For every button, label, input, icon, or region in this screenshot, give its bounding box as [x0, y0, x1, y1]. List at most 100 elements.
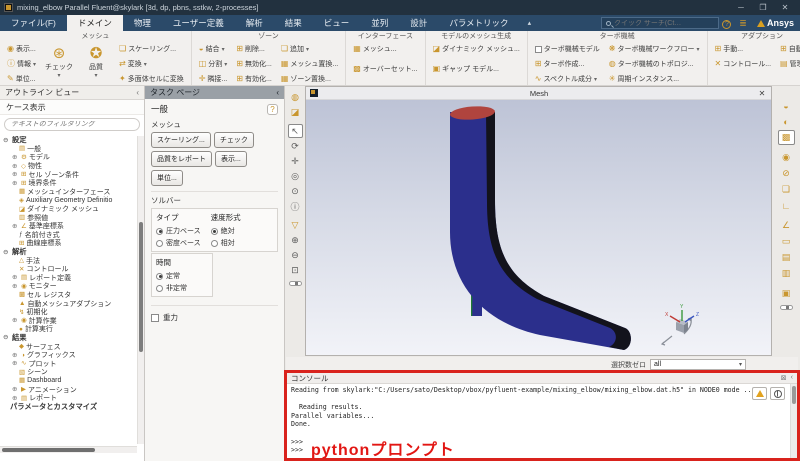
mesh-check-button[interactable]: チェック	[214, 132, 254, 148]
radio-checked-icon[interactable]	[156, 273, 163, 280]
interrupt-button[interactable]: ❙	[770, 387, 785, 400]
adaption-manage-button[interactable]: ▤管理...	[777, 57, 800, 71]
adaption-marks-button[interactable]: ▽	[288, 218, 303, 232]
velocity-formulation-option[interactable]: 絶対	[211, 226, 241, 236]
tree-horizontal-scrollbar[interactable]	[0, 446, 137, 453]
tree-expand-icon[interactable]: ⊕	[12, 163, 19, 170]
elbow-views-button[interactable]: ∟	[778, 198, 795, 213]
type-option[interactable]: 圧力ベース	[156, 226, 201, 236]
graphics-canvas[interactable]: X Y Z	[306, 100, 771, 355]
periodic-instancing-button[interactable]: ✳周期インスタンス...	[606, 72, 703, 86]
tree-expand-icon[interactable]: ⊕	[12, 171, 19, 178]
check-button[interactable]: ⊛チェック▾	[42, 42, 76, 82]
panel-collapse-icon[interactable]: ‹	[276, 88, 279, 97]
spacer2-button[interactable]	[430, 57, 523, 61]
new-window-button[interactable]: ▣	[778, 286, 795, 301]
tree-expand-icon[interactable]: ⊕	[12, 274, 19, 281]
replace-zone-button[interactable]: ▦ゾーン置換...	[278, 72, 341, 86]
append-button[interactable]: ❏追加▾	[278, 42, 341, 56]
zoom-box-button[interactable]: ⊙	[288, 184, 303, 198]
mesh-report-quality-button[interactable]: 品質をレポート	[151, 151, 212, 167]
turbo-topology-button[interactable]: ◍ターボ機械のトポロジ...	[606, 57, 703, 71]
quality-button[interactable]: ✪品質▾	[79, 42, 113, 82]
tree-filter-box[interactable]	[4, 118, 140, 131]
tree-item-scene[interactable]: ▧シーン	[0, 368, 137, 377]
tree-item-mesh-interfaces[interactable]: ▦メッシュインターフェース	[0, 188, 137, 197]
tree-item-calculation-activities[interactable]: ⊕◉計算作業	[0, 316, 137, 325]
tree-expand-icon[interactable]: ⊕	[12, 386, 19, 393]
tab-file[interactable]: ファイル(F)	[0, 15, 67, 31]
adjacency-button[interactable]: ✛隣接...	[196, 72, 231, 86]
tree-expand-icon[interactable]: ⊕	[12, 223, 19, 230]
pan-view-button[interactable]: ✛	[288, 154, 303, 168]
spacer1-button[interactable]	[350, 57, 420, 61]
silhouette-view-button[interactable]: ◐	[778, 114, 795, 129]
velocity-formulation-option[interactable]: 相対	[211, 238, 241, 248]
ribbon-collapse-icon[interactable]: ▴	[520, 15, 540, 31]
textured-view-button[interactable]: ▩	[778, 130, 795, 145]
tree-item-reference-frames[interactable]: ⊕∠基準座標系	[0, 222, 137, 231]
tree-collapse-icon[interactable]: ⊖	[3, 334, 10, 341]
replace-mesh-button[interactable]: ▦メッシュ置換...	[278, 57, 341, 71]
dynamic-mesh-button[interactable]: ◪ダイナミック メッシュ...	[430, 42, 523, 56]
radio-unchecked-icon[interactable]	[156, 240, 163, 247]
tree-item-plots[interactable]: ⊕∿プロット	[0, 359, 137, 368]
tree-item-parameters-customization[interactable]: パラメータとカスタマイズ	[0, 402, 137, 411]
close-icon[interactable]: ✕	[757, 89, 767, 98]
turbo-workflow-button[interactable]: ❋ターボ機械ワークフロー▾	[606, 42, 703, 56]
shaded-view-button[interactable]: ◒	[778, 98, 795, 113]
help-button[interactable]: ?	[719, 15, 735, 31]
tab-view[interactable]: ビュー	[313, 15, 361, 31]
radio-unchecked-icon[interactable]	[156, 285, 163, 292]
fit-to-window-button[interactable]: ⊡	[288, 263, 303, 277]
quick-search-box[interactable]	[601, 17, 719, 29]
console-output[interactable]: Reading from skylark:"C:/Users/sato/Desk…	[287, 384, 797, 458]
tab-design[interactable]: 設計	[399, 15, 438, 31]
tree-item-named-expressions[interactable]: ƒ名前付き式	[0, 231, 137, 240]
tree-expand-icon[interactable]: ⊕	[12, 180, 19, 187]
time-option[interactable]: 定常	[156, 271, 187, 281]
selection-filter-dropdown[interactable]: all ▾	[650, 359, 746, 370]
minimize-button[interactable]: ─	[730, 3, 752, 12]
deactivate-button[interactable]: ⊞無効化...	[233, 57, 275, 71]
select-pointer-button[interactable]: ↖	[288, 124, 303, 138]
manual-adaption-button[interactable]: ⊞手動...	[712, 42, 775, 56]
interfaces-mesh-button[interactable]: ▦メッシュ...	[350, 42, 420, 56]
gap-model-button[interactable]: ▣ギャップ モデル...	[430, 62, 523, 76]
tree-item-dynamic-mesh[interactable]: ◪ダイナミック メッシュ	[0, 205, 137, 214]
scrollbar-thumb[interactable]	[792, 386, 796, 404]
tree-item-methods[interactable]: △手法	[0, 256, 137, 265]
type-option[interactable]: 密度ベース	[156, 238, 201, 248]
tree-vertical-scrollbar[interactable]	[137, 136, 144, 444]
tree-item-auto-mesh-adaption[interactable]: ▲自動メッシュアダプション	[0, 299, 137, 308]
tab-parallel[interactable]: 並列	[360, 15, 399, 31]
legend-button[interactable]: ▥	[778, 266, 795, 281]
tab-solution[interactable]: 解析	[235, 15, 274, 31]
radio-unchecked-icon[interactable]	[211, 240, 218, 247]
tree-collapse-icon[interactable]: ⊖	[3, 137, 10, 144]
zoom-in-button[interactable]: ⊕	[288, 233, 303, 247]
zoom-out-button[interactable]: ⊖	[288, 248, 303, 262]
tree-item-models[interactable]: ⊕⚙モデル	[0, 153, 137, 162]
probe-info-button[interactable]: ⓘ	[288, 199, 303, 213]
tab-results[interactable]: 結果	[274, 15, 313, 31]
tree-item-solution[interactable]: ⊖解析	[0, 248, 137, 257]
auto-adaption-button[interactable]: ⊞自動...	[777, 42, 800, 56]
scrollbar-thumb[interactable]	[139, 222, 143, 351]
tree-expand-icon[interactable]: ⊕	[12, 317, 19, 324]
tree-expand-icon[interactable]: ⊕	[12, 283, 19, 290]
mesh-scale-button[interactable]: スケーリング...	[151, 132, 211, 148]
scrollbar-thumb[interactable]	[2, 448, 95, 452]
tree-expand-icon[interactable]: ⊕	[12, 154, 19, 161]
tab-domain[interactable]: ドメイン	[67, 15, 123, 31]
toolbar-slider[interactable]	[289, 281, 302, 286]
tree-item-report-definitions[interactable]: ⊕▤レポート定義	[0, 274, 137, 283]
tree-expand-icon[interactable]: ⊕	[12, 352, 19, 359]
tree-expand-icon[interactable]: ⊕	[12, 360, 19, 367]
overset-button[interactable]: ▩オーバーセット...	[350, 62, 420, 76]
zoom-in-out-button[interactable]: ◎	[288, 169, 303, 183]
hide-entities-button[interactable]: ⊘	[778, 166, 795, 181]
display-button[interactable]: ◉表示...	[4, 42, 39, 56]
view-eye-button[interactable]: ◉	[778, 150, 795, 165]
tree-item-initialization[interactable]: ↯初期化	[0, 308, 137, 317]
